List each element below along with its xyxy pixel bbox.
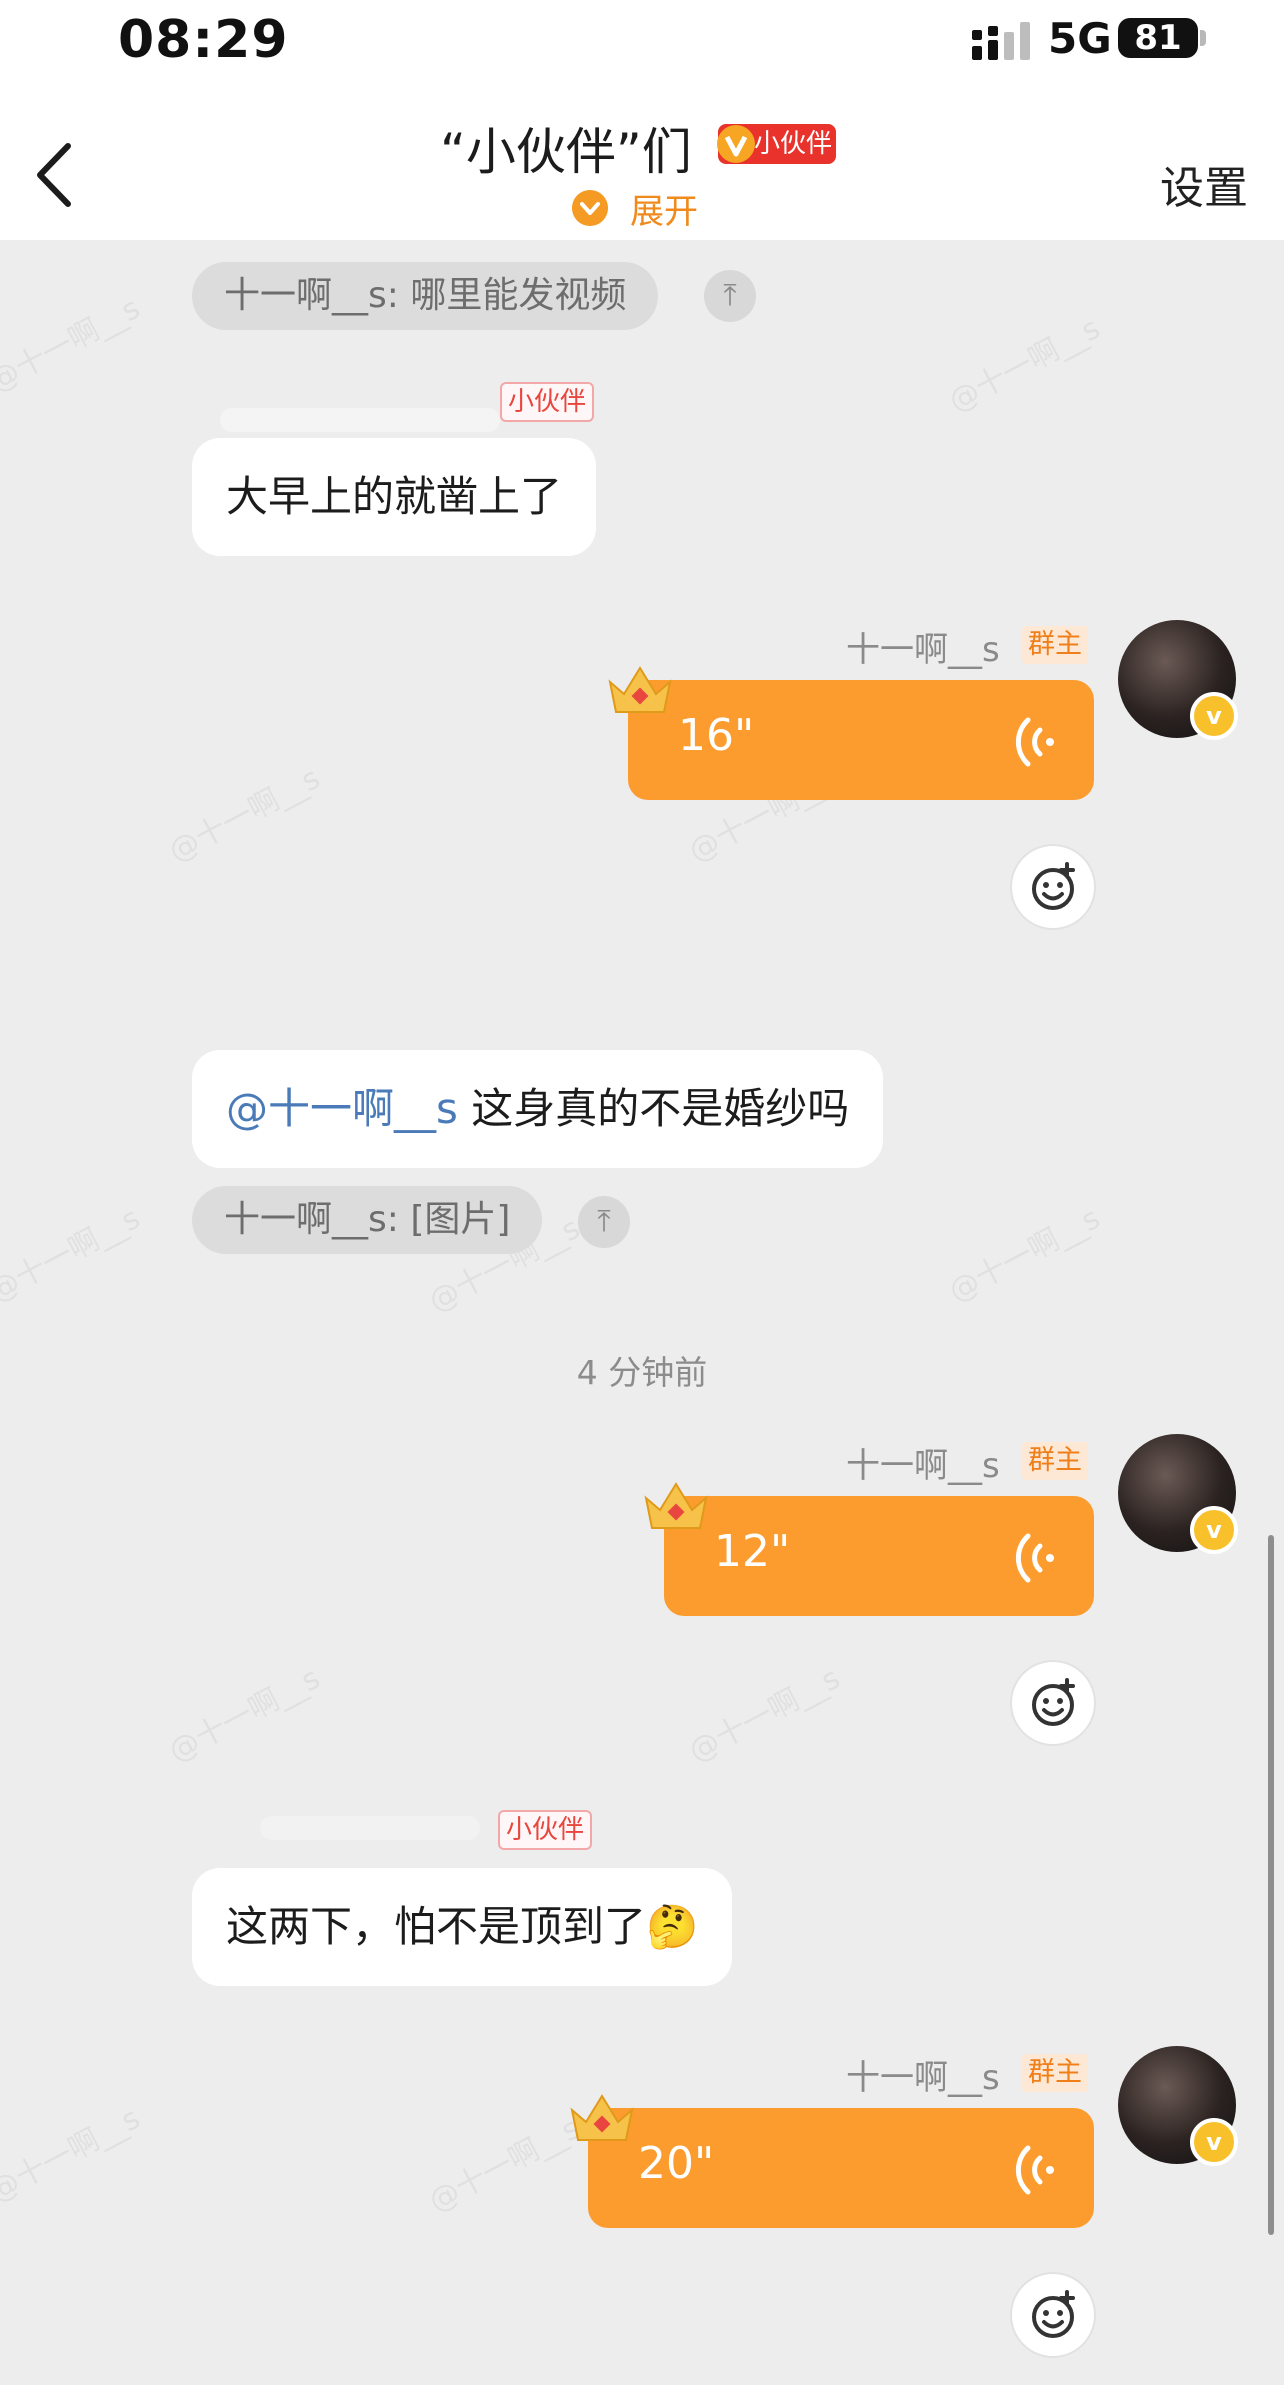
battery-cap (1200, 30, 1206, 46)
sender-name: 十一啊__s (846, 630, 1000, 670)
sender-name-redacted (220, 408, 500, 432)
quoted-reply[interactable]: 十一啊__s: [图片] (192, 1186, 543, 1254)
verified-v-icon: v (1190, 1506, 1238, 1554)
voice-message[interactable]: 12" (664, 1496, 1094, 1616)
voice-message[interactable]: 16" (628, 680, 1094, 800)
network-label: 5G (1048, 14, 1112, 63)
partner-badge: 小伙伴 (498, 1810, 593, 1850)
owner-badge: 群主 (1022, 626, 1088, 664)
watermark: @十一啊__s (0, 2100, 146, 2210)
sender-name: 十一啊__s (846, 2058, 1000, 2098)
watermark: @十一啊__s (943, 310, 1106, 420)
sender-name-redacted (260, 1816, 480, 1840)
status-time: 08:29 (118, 10, 289, 70)
crown-icon (608, 666, 672, 713)
top-bar: 08:29 5G 81 “小伙伴”们 小伙伴 展开 设置 (0, 0, 1284, 240)
message-bubble[interactable]: 这两下，怕不是顶到了🤔 (192, 1868, 733, 1986)
crown-icon (644, 1482, 708, 1529)
owner-badge: 群主 (1022, 1442, 1088, 1480)
voice-wave-icon (1015, 2145, 1054, 2195)
jump-to-quote-icon[interactable]: ⤒ (704, 270, 756, 322)
voice-duration: 12" (714, 1526, 791, 1577)
message-text: 这两下，怕不是顶到了 (226, 1902, 647, 1951)
voice-wave-icon (1015, 717, 1054, 767)
chat-title: “小伙伴”们 (440, 123, 692, 181)
quoted-reply[interactable]: 十一啊__s: 哪里能发视频 (192, 262, 659, 330)
verified-v-icon (717, 125, 755, 163)
verified-v-icon: v (1190, 2118, 1238, 2166)
scrollbar[interactable] (1268, 1535, 1274, 2235)
add-reaction-icon[interactable] (1010, 2272, 1096, 2358)
avatar[interactable]: v (1118, 2046, 1238, 2166)
verified-v-icon: v (1190, 692, 1238, 740)
watermark: @十一啊__s (683, 1660, 846, 1770)
chevron-down-icon[interactable] (572, 190, 608, 226)
partner-badge: 小伙伴 (500, 382, 595, 422)
voice-wave-icon (1015, 1533, 1054, 1583)
watermark: @十一啊__s (0, 290, 146, 400)
mention-link[interactable]: @十一啊__s (226, 1084, 458, 1133)
avatar[interactable]: v (1118, 620, 1238, 740)
signal-icon (972, 22, 1030, 60)
message-bubble[interactable]: @十一啊__s 这身真的不是婚纱吗 (192, 1050, 884, 1168)
watermark: @十一啊__s (163, 760, 326, 870)
message-bubble[interactable]: 大早上的就凿上了 (192, 438, 597, 556)
add-reaction-icon[interactable] (1010, 844, 1096, 930)
expand-button[interactable]: 展开 (630, 184, 698, 233)
time-divider: 4 分钟前 (576, 1353, 708, 1392)
watermark: @十一啊__s (943, 1200, 1106, 1310)
voice-duration: 20" (638, 2138, 715, 2189)
crown-icon (570, 2094, 634, 2141)
thinking-emoji-icon: 🤔 (646, 1902, 699, 1951)
add-reaction-icon[interactable] (1010, 1660, 1096, 1746)
jump-to-quote-icon[interactable]: ⤒ (578, 1196, 630, 1248)
watermark: @十一啊__s (423, 2110, 586, 2220)
back-arrow-icon[interactable] (30, 140, 80, 210)
owner-badge: 群主 (1022, 2054, 1088, 2092)
battery-indicator: 81 (1118, 18, 1198, 58)
sender-name: 十一啊__s (846, 1446, 1000, 1486)
voice-duration: 16" (678, 710, 755, 761)
message-text: 这身真的不是婚纱吗 (457, 1084, 850, 1133)
watermark: @十一啊__s (163, 1660, 326, 1770)
voice-message[interactable]: 20" (588, 2108, 1094, 2228)
settings-button[interactable]: 设置 (1160, 152, 1248, 216)
watermark: @十一啊__s (0, 1200, 146, 1310)
avatar[interactable]: v (1118, 1434, 1238, 1554)
